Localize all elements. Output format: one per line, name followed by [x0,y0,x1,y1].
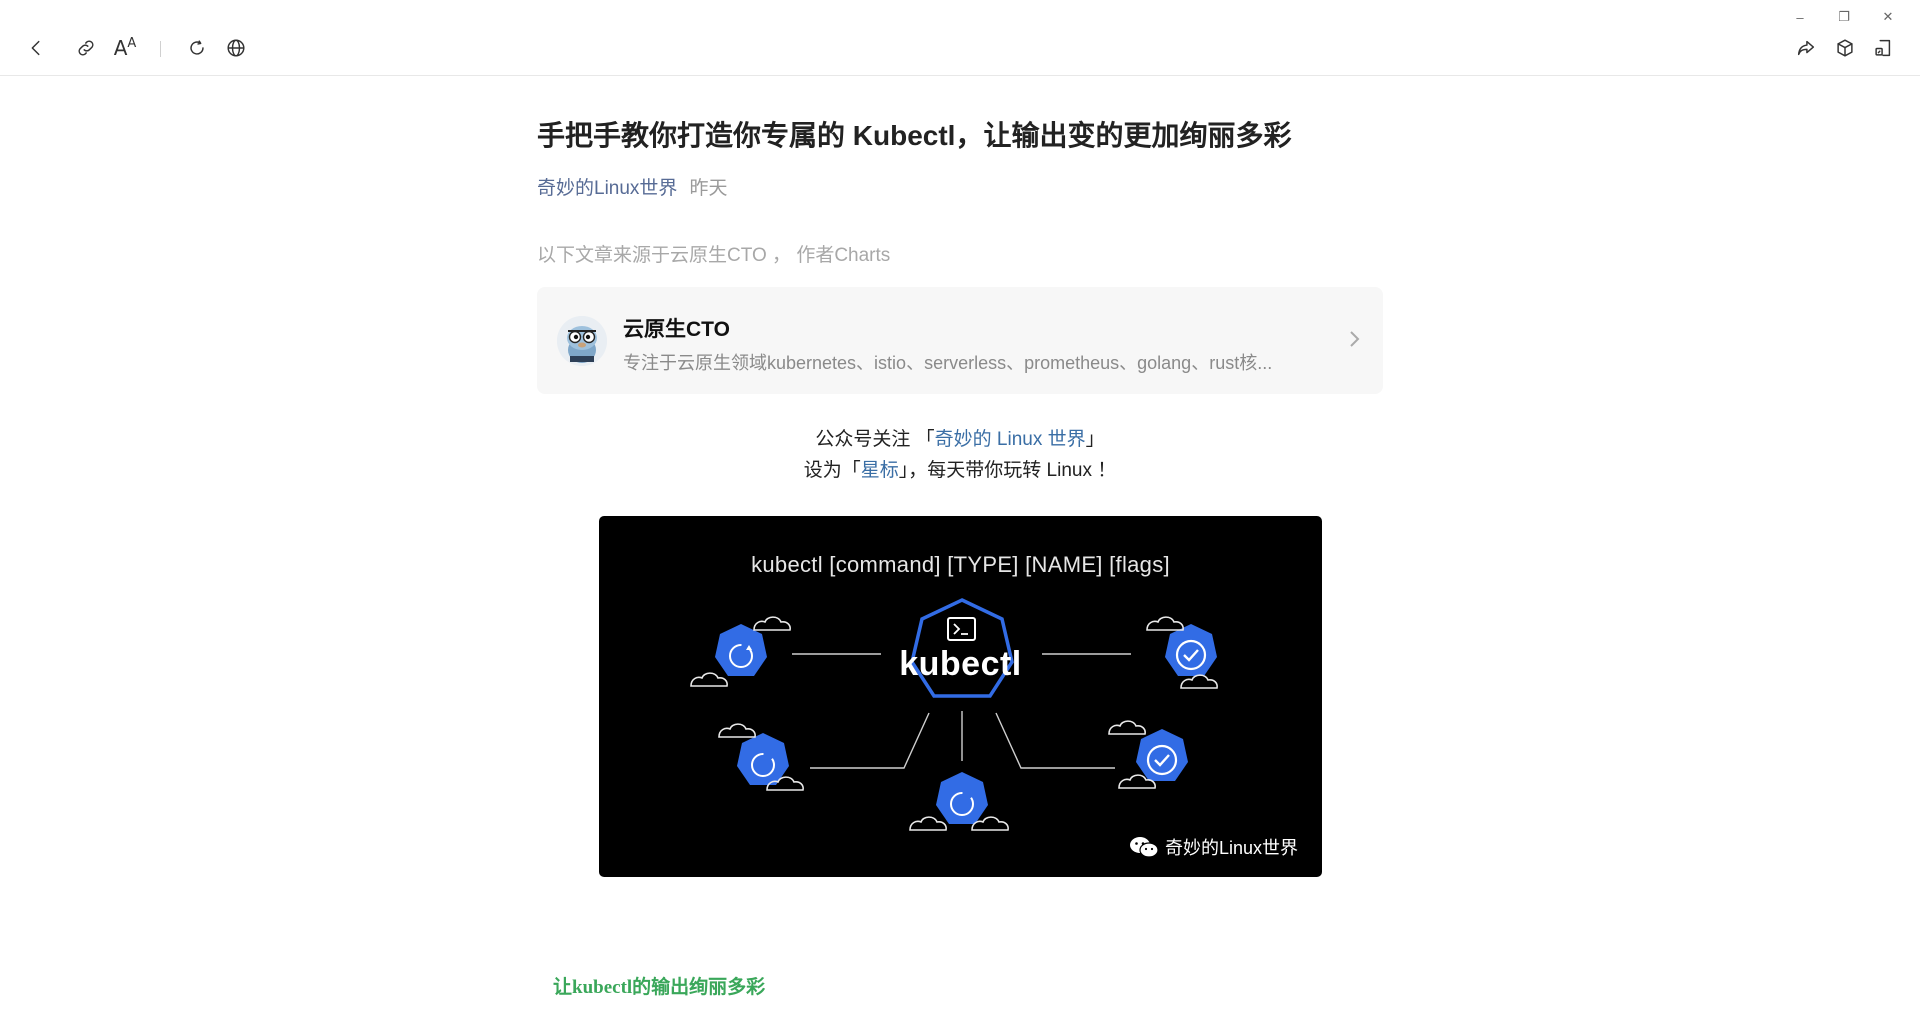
browser-toolbar: AA [0,0,1920,76]
chevron-right-icon [1345,325,1365,353]
kubectl-logo-text: kubectl [899,645,1022,683]
article-title: 手把手教你打造你专属的 Kubectl，让输出变的更加绚丽多彩 [537,120,1292,151]
copy-link-button[interactable] [72,34,100,62]
card-account-name: 云原生CTO [623,318,730,341]
follow-line-2: 设为「星标」，每天带你玩转 Linux ！ [803,460,1117,481]
publish-date: 昨天 [689,178,728,199]
article-source-note: 以下文章来源于云原生CTO ， 作者Charts [537,245,891,266]
share-button[interactable] [1792,34,1820,62]
mini-program-button[interactable] [1831,34,1859,62]
article-meta: 奇妙的Linux世界 昨天 [537,173,727,200]
font-size-button[interactable]: AA [111,34,139,62]
sync-node-icon [936,772,988,824]
share-icon [1797,40,1815,56]
floating-window-button[interactable] [1869,34,1897,62]
follow-line-1: 公众号关注 「奇妙的 Linux 世界」 [815,429,1105,450]
follow-account-link[interactable]: 奇妙的 Linux 世界 [935,429,1086,450]
toolbar-divider [160,41,161,57]
follow-prompt: 公众号关注 「奇妙的 Linux 世界」 设为「星标」，每天带你玩转 Linux… [537,424,1383,486]
avatar [557,316,607,366]
link-icon [78,40,94,56]
watermark: 奇妙的Linux世界 [1129,834,1298,860]
star-link[interactable]: 星标 [861,460,899,481]
wechat-icon [1129,837,1159,858]
float-window-icon [1875,39,1891,57]
refresh-button[interactable] [183,34,211,62]
sync-node-icon [737,733,789,785]
open-in-browser-button[interactable] [222,34,250,62]
chevron-left-icon [31,40,40,56]
card-account-description: 专注于云原生领域kubernetes、istio、serverless、prom… [623,353,1273,373]
check-node-icon [1136,729,1188,781]
kubectl-command-syntax: kubectl [command] [TYPE] [NAME] [flags] [751,552,1170,577]
font-size-icon: AA [113,36,137,60]
refresh-icon [190,40,204,55]
account-name-link[interactable]: 奇妙的Linux世界 [537,178,677,199]
gopher-avatar-icon [557,316,607,366]
section-heading: 让kubectl的输出绚丽多彩 [553,977,766,998]
kubectl-banner-image: kubectl [command] [TYPE] [NAME] [flags] … [599,516,1322,877]
back-button[interactable] [22,34,50,62]
globe-icon [227,39,245,57]
source-account-card[interactable]: 云原生CTO 专注于云原生领域kubernetes、istio、serverle… [537,287,1383,394]
cube-icon [1837,39,1853,57]
